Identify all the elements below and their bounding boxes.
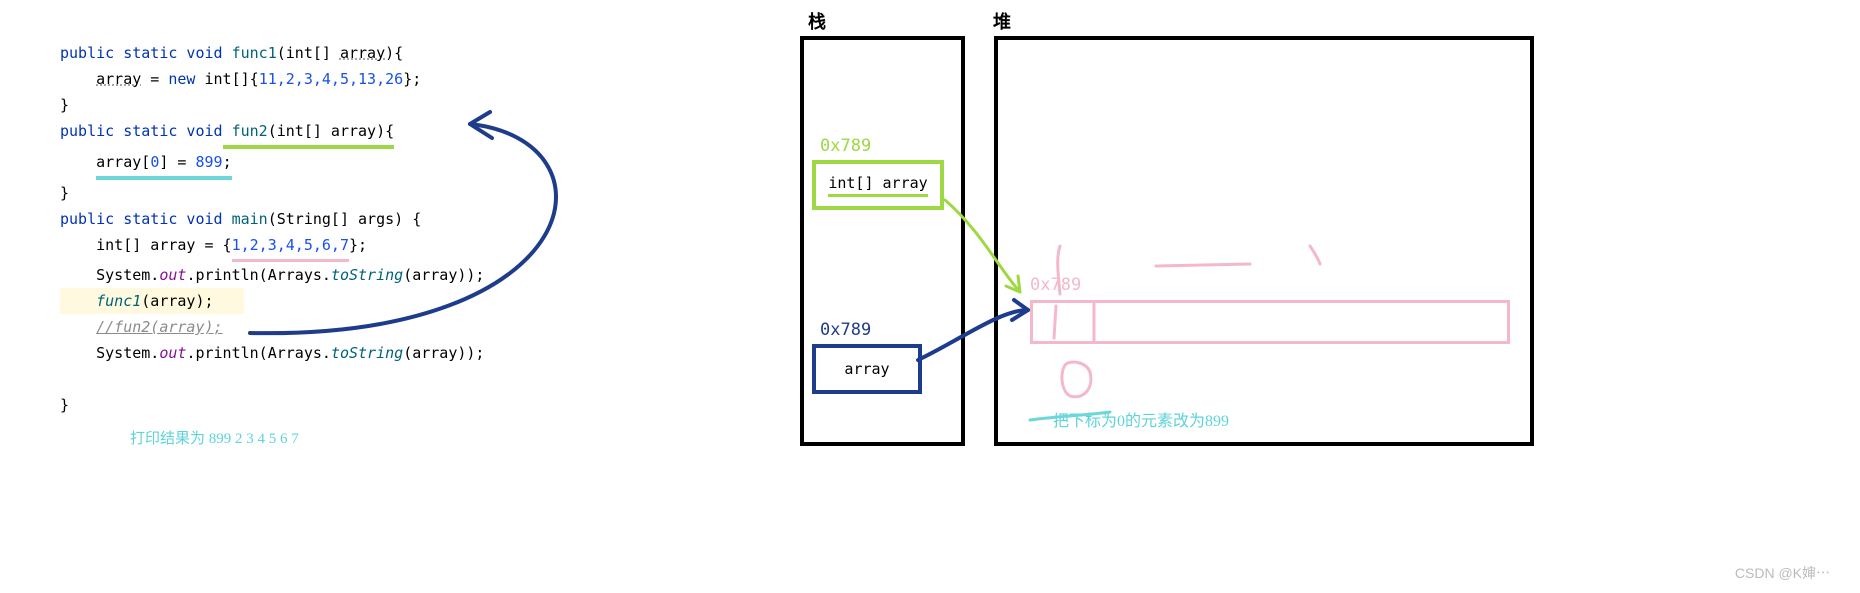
code-line: //fun2(array); [60,314,484,340]
watermark: CSDN @K婶⋯ [1735,563,1830,583]
code-line: } [60,92,484,118]
stack-address-green: 0x789 [820,136,871,156]
code-line: int[] array = {1,2,3,4,5,6,7}; [60,232,484,262]
method-name: func1 [223,44,277,62]
code-line: } [60,392,484,418]
code-line: array = new int[]{11,2,3,4,5,13,26}; [60,66,484,92]
code-block: public static void func1(int[] array){ a… [60,40,484,452]
code-line: public static void func1(int[] array){ [60,40,484,66]
keyword: public static void [60,44,223,62]
code-line: public static void fun2(int[] array){ [60,118,484,149]
code-line: System.out.println(Arrays.toString(array… [60,262,484,288]
frame-label: array [844,360,889,378]
code-line: array[0] = 899; [60,149,484,180]
heap-annotation: 把下标为0的元素改为899 [1053,407,1229,431]
stack-frame-main: array [812,344,922,394]
output-text: 打印结果为 899 2 3 4 5 6 7 [130,426,484,452]
frame-label: int[] array [828,174,927,197]
code-line: } [60,180,484,206]
code-line: public static void main(String[] args) { [60,206,484,232]
code-line: func1(array); [60,288,244,314]
stack-address-blue: 0x789 [820,320,871,340]
param: array [340,44,385,62]
heap-label: 堆 [993,8,1011,34]
heap-address-pink: 0x789 [1030,275,1081,295]
stack-frame-fun2: int[] array [812,160,944,210]
stack-label: 栈 [808,8,826,34]
heap-array-object: 把下标为0的元素改为899 [1030,300,1510,344]
heap-box [994,36,1534,446]
code-line: System.out.println(Arrays.toString(array… [60,340,484,366]
code-line [60,366,484,392]
